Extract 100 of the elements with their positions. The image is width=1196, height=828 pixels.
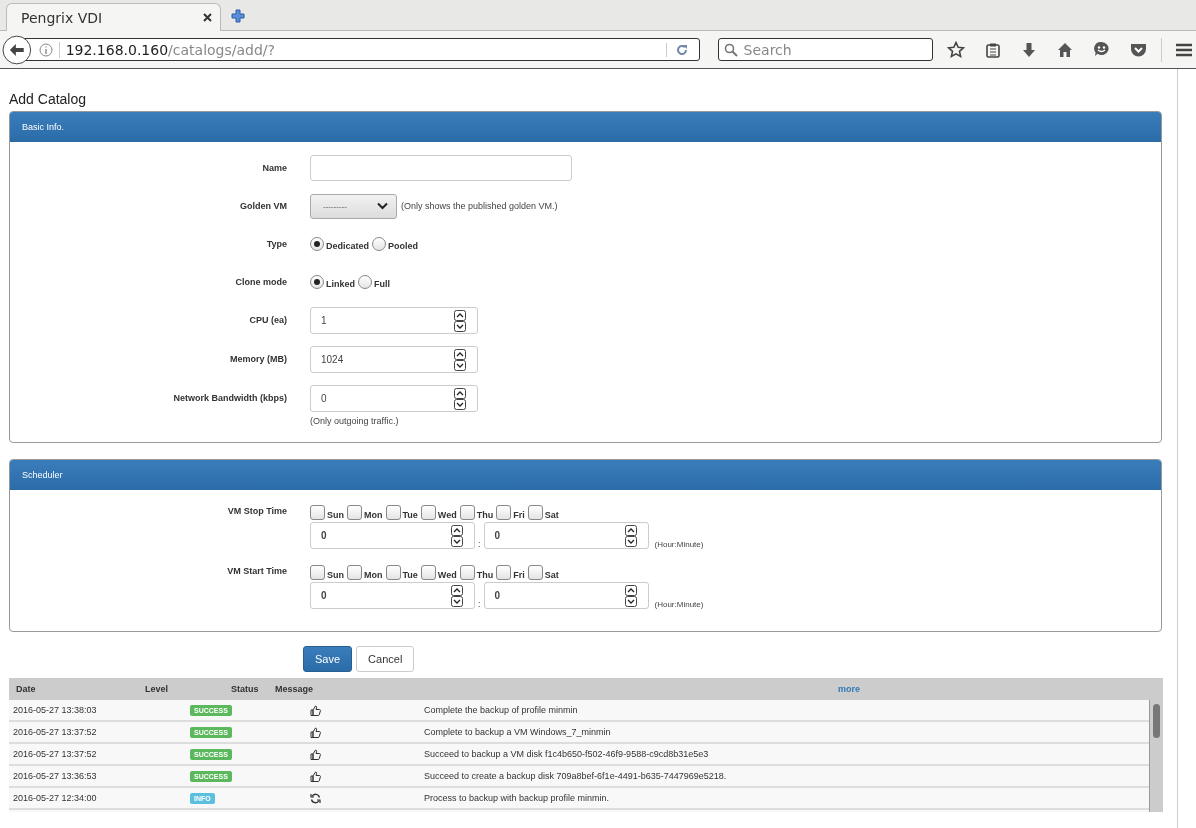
hint-text: (Only outgoing traffic.) xyxy=(310,416,400,426)
checkbox[interactable] xyxy=(310,565,325,580)
number-input[interactable]: 1024 xyxy=(310,346,478,373)
day-label: Sat xyxy=(544,510,559,520)
radio-button[interactable] xyxy=(310,237,324,251)
panel-header: Scheduler xyxy=(10,460,1161,490)
reading-list-icon[interactable] xyxy=(985,41,1001,58)
day-label: Mon xyxy=(364,570,383,580)
day-label: Wed xyxy=(437,570,457,580)
field-label: Type xyxy=(265,238,288,251)
checkbox[interactable] xyxy=(310,505,325,520)
stepper-arrows-icon[interactable] xyxy=(451,584,463,607)
cancel-button[interactable]: Cancel xyxy=(356,646,415,672)
radio-label: Dedicated xyxy=(326,241,369,251)
message-cell: Complete the backup of profile minmin xyxy=(424,705,578,715)
chevron-down-icon xyxy=(377,202,388,210)
column-header: Status xyxy=(231,684,259,694)
date-cell-text: 2016-05-27 13:38:03 xyxy=(12,705,98,715)
day-label: Thu xyxy=(476,510,494,520)
checkbox[interactable] xyxy=(347,565,362,580)
checkbox[interactable] xyxy=(459,505,475,520)
message-cell: Complete to backup a VM Windows_7_minmin xyxy=(424,727,611,737)
column-header: Message xyxy=(275,684,314,694)
save-button[interactable]: Save xyxy=(303,646,353,672)
golden-vm-dropdown[interactable]: --------- xyxy=(310,193,397,219)
minute-input[interactable]: 0 xyxy=(483,582,649,609)
field-label: Golden VM xyxy=(239,200,288,213)
reload-icon[interactable] xyxy=(665,42,689,57)
day-label: Fri xyxy=(513,510,525,520)
date-cell-text: 2016-05-27 13:37:52 xyxy=(12,727,98,737)
day-label: Fri xyxy=(513,570,525,580)
menu-icon[interactable] xyxy=(1176,42,1192,57)
field-label: Name xyxy=(261,162,288,175)
field-label: Network Bandwidth (kbps) xyxy=(172,392,288,405)
day-label: Sun xyxy=(327,570,344,580)
stepper-arrows-icon[interactable] xyxy=(454,309,466,332)
day-label: Tue xyxy=(402,570,418,580)
info-icon[interactable] xyxy=(38,42,53,57)
message-cell: Process to backup with backup profile minmin. xyxy=(424,793,610,803)
number-input[interactable]: 1 xyxy=(310,307,478,334)
stepper-arrows-icon[interactable] xyxy=(454,348,466,371)
checkbox[interactable] xyxy=(347,505,362,520)
field-label: VM Start Time xyxy=(226,565,288,578)
url-text: 192.168.0.160/catalogs/add/? xyxy=(65,41,276,58)
checkbox[interactable] xyxy=(527,565,543,580)
thumbs-up-icon xyxy=(310,726,321,738)
message-cell: Succeed to backup a VM disk f1c4b650-f502-46f9-9588-c9cd8b31e5e3 xyxy=(424,749,709,759)
time-separator: : xyxy=(478,539,481,549)
search-icon xyxy=(723,42,738,57)
radio-button[interactable] xyxy=(310,275,324,289)
stepper-arrows-icon[interactable] xyxy=(451,524,463,547)
home-icon[interactable] xyxy=(1057,41,1073,58)
radio-label: Full xyxy=(374,279,390,289)
checkbox[interactable] xyxy=(420,565,436,580)
hour-input[interactable]: 0 xyxy=(310,582,475,609)
name-input[interactable] xyxy=(310,155,572,181)
scrollbar[interactable] xyxy=(1150,700,1163,812)
thumbs-up-icon xyxy=(310,770,321,782)
close-icon[interactable] xyxy=(203,13,212,22)
pocket-icon[interactable] xyxy=(1130,41,1147,58)
column-header: Level xyxy=(145,684,168,694)
date-cell-text: 2016-05-27 12:34:00 xyxy=(12,793,98,803)
field-label: CPU (ea) xyxy=(248,314,288,327)
number-input[interactable]: 0 xyxy=(310,385,478,412)
radio-button[interactable] xyxy=(358,275,372,289)
day-label: Mon xyxy=(364,510,383,520)
day-label: Tue xyxy=(402,510,418,520)
browser-tab[interactable]: Pengrix VDI xyxy=(6,3,221,31)
date-cell-text: 2016-05-27 13:37:52 xyxy=(12,749,98,759)
hint-text: (Only shows the published golden VM.) xyxy=(401,201,558,211)
checkbox[interactable] xyxy=(385,565,401,580)
download-icon[interactable] xyxy=(1021,41,1037,58)
message-cell: Succeed to create a backup disk 709a8bef-6f1e-4491-b635-7447969e5218. xyxy=(424,771,727,781)
checkbox[interactable] xyxy=(385,505,401,520)
stepper-arrows-icon[interactable] xyxy=(624,584,637,607)
checkbox[interactable] xyxy=(459,565,475,580)
hint-text: (Hour:Minute) xyxy=(654,540,704,549)
hint-text: (Hour:Minute) xyxy=(654,600,704,609)
search-field[interactable]: Search xyxy=(717,38,933,61)
day-label: Sat xyxy=(544,570,559,580)
panel-header: Basic Info. xyxy=(10,112,1161,142)
radio-label: Pooled xyxy=(388,241,419,251)
stepper-arrows-icon[interactable] xyxy=(454,387,466,410)
checkbox[interactable] xyxy=(527,505,543,520)
plus-icon[interactable] xyxy=(231,9,245,23)
checkbox[interactable] xyxy=(496,565,512,580)
checkbox[interactable] xyxy=(420,505,436,520)
thumbs-up-icon xyxy=(310,748,321,760)
checkbox[interactable] xyxy=(496,505,512,520)
day-label: Sun xyxy=(327,510,344,520)
minute-input[interactable]: 0 xyxy=(483,522,649,549)
refresh-icon xyxy=(310,792,321,804)
star-icon[interactable] xyxy=(947,40,965,59)
smiley-icon[interactable] xyxy=(1093,41,1110,58)
hour-input[interactable]: 0 xyxy=(310,522,475,549)
stepper-arrows-icon[interactable] xyxy=(624,524,637,547)
radio-button[interactable] xyxy=(372,237,386,251)
field-label: Memory (MB) xyxy=(229,353,288,366)
thumbs-up-icon xyxy=(310,704,321,716)
field-label: Clone mode xyxy=(234,276,288,289)
